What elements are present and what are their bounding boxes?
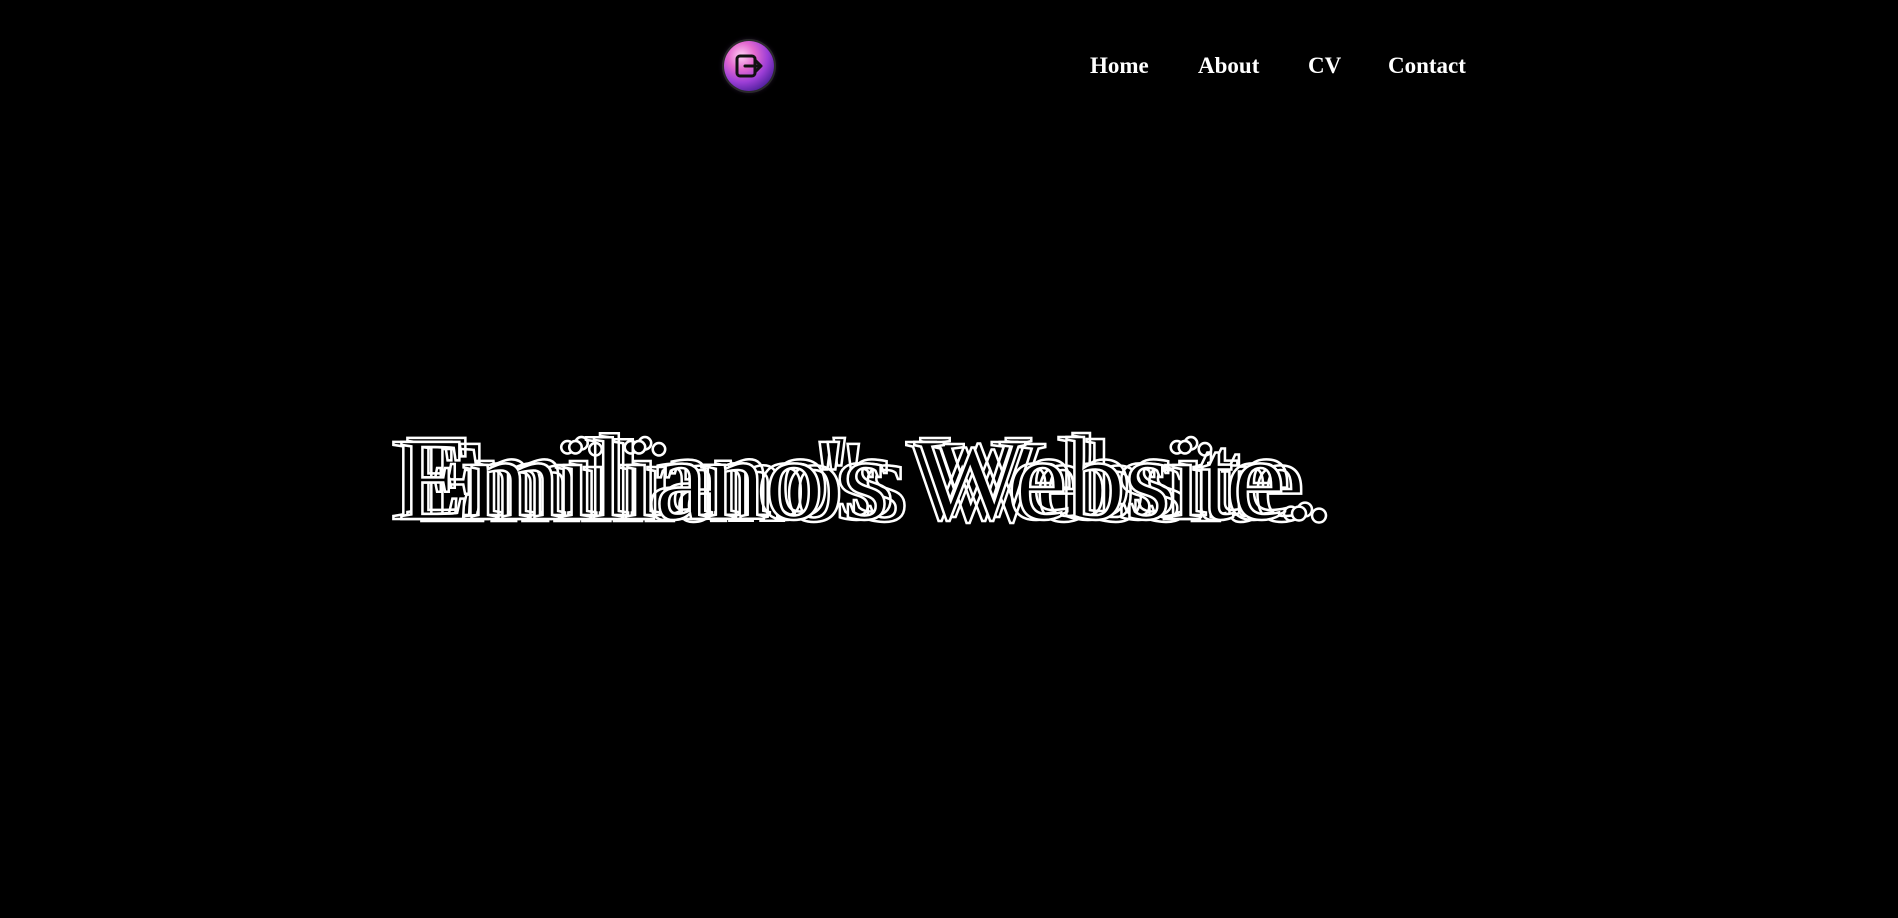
hero-section: Emiliano's Website. Emiliano's Website. … xyxy=(0,380,1898,580)
nav-contact-link[interactable]: Contact xyxy=(1388,50,1466,82)
app-logo-icon[interactable] xyxy=(724,41,774,91)
site-header: Home About CV Contact xyxy=(0,0,1898,130)
logo-glyph-icon xyxy=(735,54,763,78)
nav-about-link[interactable]: About xyxy=(1198,50,1259,82)
nav-home-link[interactable]: Home xyxy=(1090,50,1149,82)
hero-title: Emiliano's Website. xyxy=(397,413,1315,547)
nav-cv-link[interactable]: CV xyxy=(1308,50,1341,82)
